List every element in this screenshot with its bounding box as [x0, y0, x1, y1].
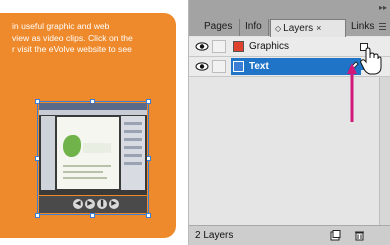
close-tab-icon[interactable]: × — [316, 23, 321, 33]
tab-info[interactable]: Info — [241, 19, 269, 36]
caption-line: r visit the eVolve website to see — [12, 44, 132, 54]
layer-name: Graphics — [249, 41, 290, 52]
panel-tab-bar: ▸▸ Pages Info ◇ Layers × Links — [189, 0, 390, 37]
pause-icon: ❚ — [97, 199, 107, 209]
layers-panel: ▸▸ Pages Info ◇Layers× Links Graphics — [189, 0, 390, 245]
hand-cursor-icon — [360, 47, 382, 75]
eye-icon[interactable] — [195, 40, 209, 53]
tab-label: Pages — [204, 21, 233, 32]
tab-label: Links — [351, 21, 375, 32]
selection-handle[interactable] — [35, 213, 40, 218]
trash-icon[interactable] — [354, 230, 365, 241]
scrollbar[interactable] — [379, 77, 390, 225]
new-layer-icon[interactable] — [330, 230, 341, 241]
video-screenshot — [39, 103, 147, 195]
selection-handle[interactable] — [90, 213, 95, 218]
tab-options-icon: ◇ — [275, 24, 282, 33]
lock-toggle[interactable] — [212, 60, 226, 73]
video-controls: ◀ ▶ ❚ ▶ — [39, 196, 147, 213]
forward-icon: ▶ — [109, 199, 119, 209]
caption-text: in useful graphic and web view as video … — [12, 21, 182, 56]
tab-label: Layers — [283, 23, 314, 34]
panel-menu-icon[interactable] — [377, 21, 387, 31]
lock-toggle[interactable] — [212, 40, 226, 53]
eye-icon[interactable] — [195, 60, 209, 73]
layer-name: Text — [249, 61, 269, 72]
tab-layers[interactable]: ◇ Layers × — [270, 19, 346, 37]
callout-arrow — [347, 63, 357, 122]
collapse-panel-icon[interactable]: ▸▸ — [379, 3, 387, 12]
layer-color-swatch — [233, 41, 244, 52]
rewind-icon: ◀ — [73, 199, 83, 209]
document-canvas[interactable]: in useful graphic and web view as video … — [0, 0, 188, 245]
layers-list-empty-area — [189, 77, 390, 225]
caption-line: in useful graphic and web — [12, 21, 110, 31]
layer-color-swatch — [233, 61, 244, 72]
play-icon: ▶ — [85, 199, 95, 209]
panel-footer: 2 Layers — [189, 225, 390, 245]
tab-pages[interactable]: Pages — [200, 19, 240, 36]
selection-handle[interactable] — [146, 213, 151, 218]
caption-line: view as video clips. Click on the — [12, 32, 133, 43]
tab-label: Info — [245, 21, 262, 32]
layer-count: 2 Layers — [195, 230, 234, 241]
